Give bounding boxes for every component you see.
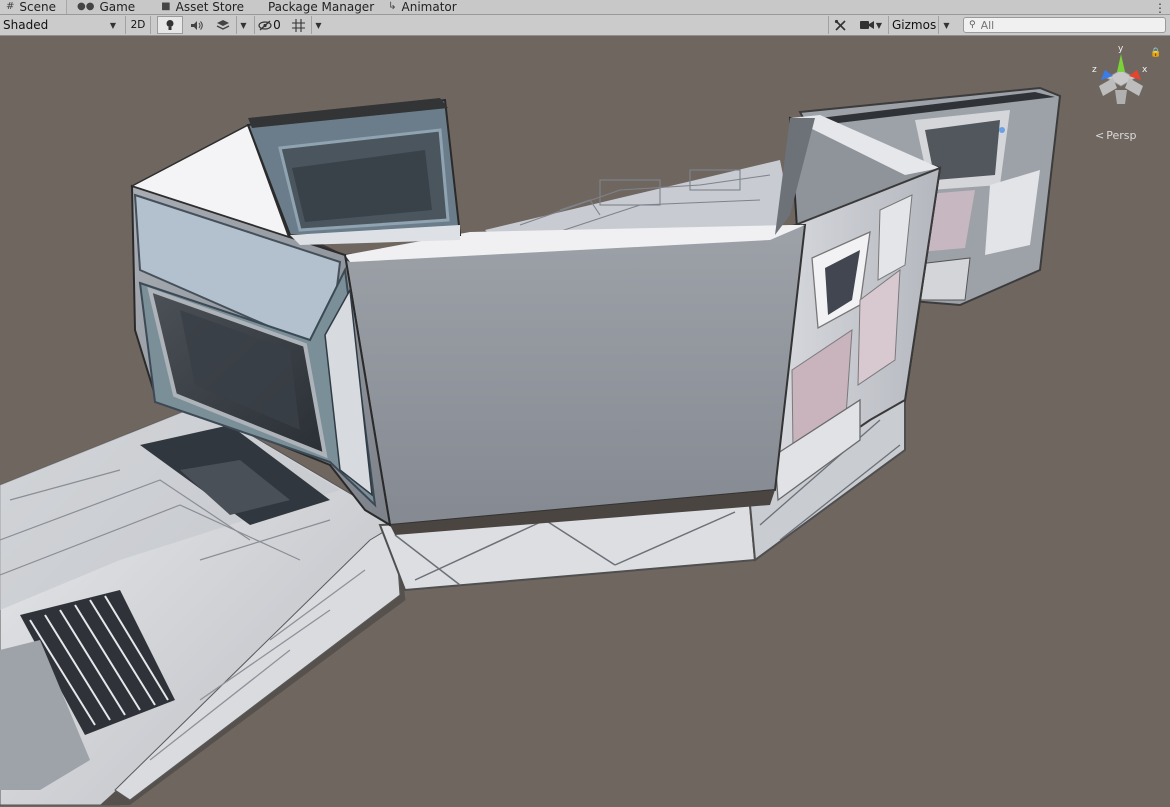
grid-toggle[interactable] [286,16,310,34]
gizmos-label: Gizmos [892,18,937,32]
lock-icon[interactable]: 🔒 [1150,48,1161,58]
bag-icon: ■ [161,1,171,12]
tab-asset-store[interactable]: ■ Asset Store [145,0,254,14]
camera-settings-dropdown[interactable]: ▼ [856,16,886,34]
lighting-toggle[interactable] [157,16,183,34]
projection-toggle[interactable]: < Persp [1095,129,1136,142]
projection-label: Persp [1106,129,1137,142]
axis-z-label: z [1092,65,1097,75]
window-tab-bar: # Scene ●● Game ■ Asset Store Package Ma… [0,0,1170,15]
tools-icon [834,19,846,31]
chevron-left-icon: < [1095,129,1105,142]
tab-scene-label: Scene [19,0,56,14]
gizmos-dropdown[interactable]: ▼ [938,16,954,34]
grid-dropdown[interactable]: ▼ [311,16,325,34]
hidden-count: 0 [273,18,281,32]
search-field[interactable]: ⚲ [963,17,1166,33]
eye-slash-icon [258,20,272,30]
tab-scene[interactable]: # Scene [0,0,67,14]
scene-toolbar: Shaded ▼ 2D ▼ 0 ▼ ▼ Gizmos ▼ ⚲ [0,15,1170,36]
effects-toggle[interactable] [210,16,236,34]
chevron-down-icon: ▼ [109,20,116,30]
tab-game-label: Game [99,0,136,14]
lightbulb-icon [166,20,174,30]
axis-x-label: x [1142,65,1148,75]
tools-button[interactable] [828,16,852,34]
chevron-down-icon: ▼ [943,20,950,30]
chevron-down-icon: ▼ [875,20,883,30]
draw-mode-dropdown[interactable]: Shaded ▼ [0,16,120,34]
tab-package-manager-label: Package Manager [267,0,375,14]
effects-dropdown[interactable]: ▼ [236,16,250,34]
tab-game[interactable]: ●● Game [67,0,145,14]
tab-package-manager[interactable]: Package Manager [254,0,384,14]
chevron-down-icon: ▼ [240,20,247,30]
search-input[interactable] [980,18,1151,32]
audio-toggle[interactable] [184,16,208,34]
chevron-down-icon: ▼ [315,20,322,30]
mode-2d-toggle[interactable]: 2D [125,16,151,34]
scene-grid-icon: # [6,1,15,12]
scene-visibility-toggle[interactable]: 0 [254,16,284,34]
more-options-icon[interactable]: ⋮ [1154,2,1170,14]
speaker-icon [190,20,203,30]
tab-animator-label: Animator [401,0,457,14]
layers-icon [216,20,230,30]
axis-y-label: y [1118,44,1124,54]
search-icon: ⚲ [969,20,976,30]
scene-viewport[interactable]: y x z < Persp 🔒 [0,36,1170,807]
tab-asset-store-label: Asset Store [175,0,244,14]
grid-icon [291,18,305,32]
camera-icon [859,21,874,29]
gizmos-toggle[interactable]: Gizmos [888,16,938,34]
draw-mode-label: Shaded [3,18,49,32]
animator-icon: ↳ [388,1,397,12]
tab-animator[interactable]: ↳ Animator [384,0,467,14]
y-axis-cone[interactable] [1117,54,1125,72]
mode-2d-label: 2D [130,19,146,31]
orientation-gizmo[interactable]: y x z [1085,42,1157,114]
scene-render [0,36,1170,807]
gamepad-icon: ●● [76,1,95,12]
